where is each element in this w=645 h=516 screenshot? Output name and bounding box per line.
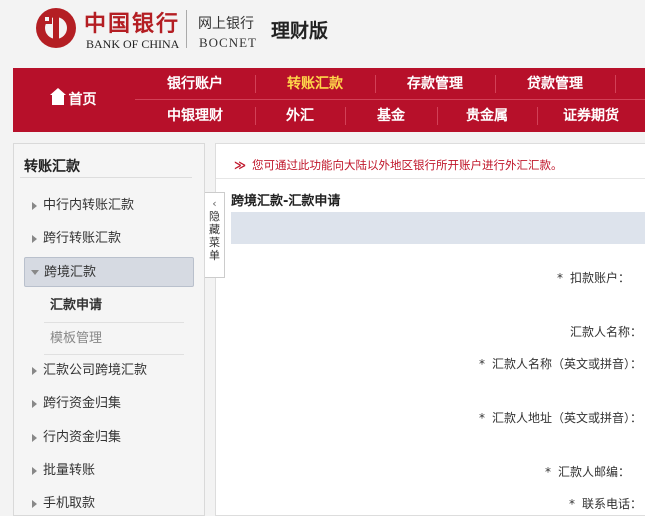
nav-item-bank-account[interactable]: 银行账户	[135, 68, 255, 100]
nav-item-precious-metal[interactable]: 贵金属	[437, 100, 537, 132]
nav-home[interactable]: 首页	[13, 68, 135, 132]
nav-item-forex[interactable]: 外汇	[255, 100, 345, 132]
online-banking-cn: 网上银行	[198, 16, 254, 32]
nav-item-loan[interactable]: 贷款管理	[495, 68, 615, 100]
field-debit-account-label: * 扣款账户：	[556, 271, 630, 285]
sidebar-item-inter-bank-transfer[interactable]: 跨行转账汇款	[24, 224, 194, 254]
required-mark: *	[568, 497, 575, 511]
required-mark: *	[478, 411, 485, 425]
sidebar-item-label: 行内资金归集	[43, 430, 122, 445]
header-divider	[186, 10, 187, 48]
sidebar-item-label: 汇款公司跨境汇款	[43, 363, 148, 378]
chevron-right-icon	[32, 400, 37, 408]
chevron-right-icon	[32, 202, 37, 210]
chevron-right-icon	[32, 500, 37, 508]
main-nav: 首页 银行账户 转账汇款 存款管理 贷款管理 中银理财 外汇 基金 贵金属 证券…	[13, 68, 645, 132]
notice-message: 您可通过此功能向大陆以外地区银行所开账户进行外汇汇款。	[252, 158, 563, 172]
sidebar-item-intra-bank-transfer[interactable]: 中行内转账汇款	[24, 191, 194, 221]
header: 中国银行 BANK OF CHINA 网上银行 BOCNET 理财版	[0, 0, 645, 68]
chevron-right-icon	[32, 434, 37, 442]
field-phone-label: * 联系电话：	[568, 497, 642, 511]
nav-row-2: 中银理财 外汇 基金 贵金属 证券期货	[135, 100, 645, 132]
chevron-down-icon	[31, 270, 39, 275]
field-remitter-name-en-label: * 汇款人名称（英文或拼音）：	[478, 357, 642, 371]
required-mark: *	[478, 357, 485, 371]
required-mark: *	[556, 271, 563, 285]
sidebar-item-inter-bank-collection[interactable]: 跨行资金归集	[24, 389, 194, 419]
nav-row-1: 银行账户 转账汇款 存款管理 贷款管理	[135, 68, 645, 100]
sidebar-item-label: 批量转账	[43, 463, 96, 478]
nav-item-wealth[interactable]: 中银理财	[135, 100, 255, 132]
sidebar-item-label: 跨行资金归集	[43, 396, 122, 411]
field-remitter-address-label: * 汇款人地址（英文或拼音）：	[478, 411, 642, 425]
chevron-left-icon: ‹	[212, 197, 217, 210]
bank-name-en: BANK OF CHINA	[86, 37, 180, 51]
field-remitter-name-label: 汇款人名称：	[569, 325, 642, 339]
sidebar-item-label: 跨境汇款	[44, 265, 97, 280]
sidebar-item-label: 跨行转账汇款	[43, 231, 122, 246]
edition-title: 理财版	[271, 20, 329, 42]
sidebar-item-batch-transfer[interactable]: 批量转账	[24, 456, 194, 486]
required-mark: *	[544, 465, 551, 479]
field-remitter-postcode-label: * 汇款人邮编：	[544, 465, 630, 479]
nav-home-label: 首页	[68, 92, 97, 108]
sidebar-item-label: 手机取款	[43, 496, 96, 511]
bank-name-cn: 中国银行	[84, 11, 181, 37]
sidebar-subitem-template-management[interactable]: 模板管理	[50, 325, 184, 353]
form-title: 跨境汇款-汇款申请	[231, 194, 341, 209]
nav-item-fund[interactable]: 基金	[345, 100, 437, 132]
nav-item-transfer[interactable]: 转账汇款	[255, 68, 375, 100]
chevron-right-icon	[32, 467, 37, 475]
bank-logo[interactable]	[36, 8, 76, 48]
sidebar-item-mobile-withdrawal[interactable]: 手机取款	[24, 489, 194, 516]
nav-item-securities[interactable]: 证券期货	[537, 100, 645, 132]
sidebar-title: 转账汇款	[24, 159, 80, 175]
double-chevron-icon: ≫	[234, 158, 247, 172]
home-icon	[49, 88, 66, 105]
sidebar-item-remittance-company[interactable]: 汇款公司跨境汇款	[24, 356, 194, 386]
sidebar-item-intra-bank-collection[interactable]: 行内资金归集	[24, 423, 194, 453]
online-banking-en: BOCNET	[199, 35, 257, 50]
chevron-right-icon	[32, 235, 37, 243]
notice-text: ≫ 您可通过此功能向大陆以外地区银行所开账户进行外汇汇款。	[234, 157, 563, 173]
main-content: ≫ 您可通过此功能向大陆以外地区银行所开账户进行外汇汇款。 跨境汇款-汇款申请 *…	[215, 143, 645, 516]
nav-item-deposit[interactable]: 存款管理	[375, 68, 495, 100]
sidebar-subitem-remittance-application[interactable]: 汇款申请	[50, 292, 184, 320]
form-header-band	[231, 212, 645, 244]
hide-menu-tab[interactable]: ‹ 隐 藏 菜 单	[205, 192, 225, 278]
sidebar-item-label: 中行内转账汇款	[43, 198, 135, 213]
sidebar: 转账汇款 中行内转账汇款 跨行转账汇款 跨境汇款 汇款申请 模板管理 汇款公司跨…	[13, 143, 205, 516]
chevron-right-icon	[32, 367, 37, 375]
sidebar-item-cross-border-remittance[interactable]: 跨境汇款	[24, 257, 194, 287]
